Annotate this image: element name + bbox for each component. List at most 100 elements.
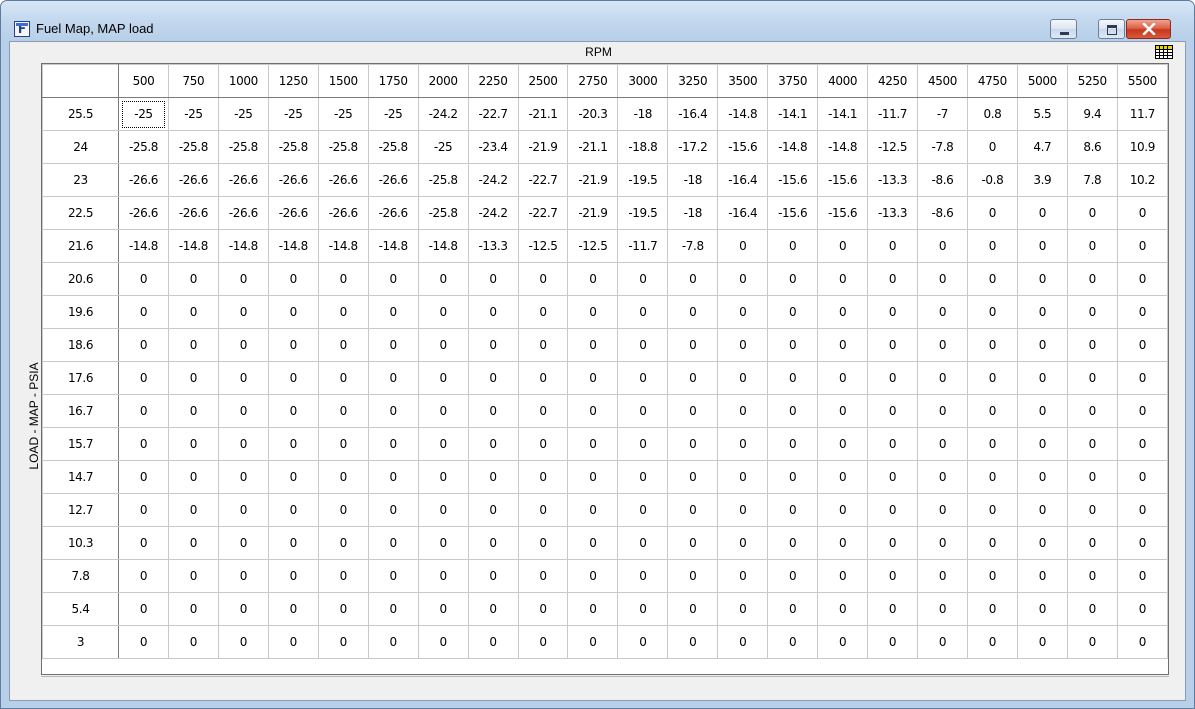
fuel-value-cell[interactable]: 0 [867, 394, 918, 428]
fuel-value-cell[interactable]: 0 [717, 493, 769, 527]
fuel-value-cell[interactable]: 0 [217, 328, 269, 362]
fuel-value-cell[interactable]: 0 [667, 625, 719, 659]
fuel-value-cell[interactable]: 0 [267, 262, 319, 296]
fuel-value-cell[interactable]: 0 [617, 427, 669, 461]
load-row-header[interactable]: 5.4 [42, 592, 119, 626]
fuel-value-cell[interactable]: 0 [966, 526, 1018, 560]
fuel-value-cell[interactable]: 0 [367, 559, 419, 593]
fuel-value-cell[interactable]: 0 [567, 559, 619, 593]
fuel-value-cell[interactable]: 0 [118, 559, 169, 593]
fuel-value-cell[interactable]: 0 [717, 361, 769, 395]
fuel-value-cell[interactable]: 0 [1066, 460, 1118, 494]
fuel-value-cell[interactable]: 0 [1116, 526, 1169, 560]
fuel-value-cell[interactable]: 0 [367, 460, 419, 494]
fuel-value-cell[interactable]: 0 [567, 361, 619, 395]
fuel-value-cell[interactable]: 0 [667, 328, 719, 362]
fuel-value-cell[interactable]: -15.6 [817, 163, 869, 197]
fuel-value-cell[interactable]: 0 [367, 361, 419, 395]
fuel-value-cell[interactable]: -26.6 [367, 163, 419, 197]
fuel-value-cell[interactable]: 0 [617, 328, 669, 362]
fuel-value-cell[interactable]: 0 [667, 361, 719, 395]
fuel-value-cell[interactable]: 0 [966, 295, 1018, 329]
rpm-column-header[interactable]: 1750 [367, 64, 419, 98]
fuel-value-cell[interactable]: 0 [217, 625, 269, 659]
fuel-value-cell[interactable]: 10.9 [1116, 130, 1169, 164]
fuel-value-cell[interactable]: 0 [267, 427, 319, 461]
rpm-column-header[interactable]: 4500 [917, 64, 968, 98]
fuel-value-cell[interactable]: -21.9 [567, 196, 619, 230]
fuel-value-cell[interactable]: 0 [1016, 625, 1068, 659]
fuel-value-cell[interactable]: 0 [817, 526, 869, 560]
fuel-value-cell[interactable]: 0 [517, 460, 569, 494]
fuel-value-cell[interactable]: 0 [917, 526, 968, 560]
fuel-value-cell[interactable]: 0 [1066, 559, 1118, 593]
fuel-value-cell[interactable]: 0 [517, 493, 569, 527]
fuel-value-cell[interactable]: 0 [417, 526, 469, 560]
fuel-value-cell[interactable]: 0 [167, 559, 219, 593]
fuel-value-cell[interactable]: -14.8 [118, 229, 169, 263]
fuel-value-cell[interactable]: 0 [517, 328, 569, 362]
rpm-column-header[interactable]: 1250 [267, 64, 319, 98]
fuel-value-cell[interactable]: 0 [667, 559, 719, 593]
fuel-value-cell[interactable]: 0 [467, 328, 519, 362]
fuel-value-cell[interactable]: 0 [617, 493, 669, 527]
fuel-value-cell[interactable]: -14.8 [717, 97, 769, 131]
fuel-value-cell[interactable]: -24.2 [467, 196, 519, 230]
fuel-value-cell[interactable]: 0 [1116, 196, 1169, 230]
fuel-value-cell[interactable]: 0 [417, 394, 469, 428]
fuel-value-cell[interactable]: 5.5 [1016, 97, 1068, 131]
fuel-value-cell[interactable]: -20.3 [567, 97, 619, 131]
fuel-value-cell[interactable]: 0 [217, 493, 269, 527]
fuel-value-cell[interactable]: -7.8 [667, 229, 719, 263]
fuel-value-cell[interactable]: -25 [217, 97, 269, 131]
fuel-value-cell[interactable]: 0 [867, 526, 918, 560]
fuel-value-cell[interactable]: 0 [917, 559, 968, 593]
fuel-value-cell[interactable]: 0 [667, 493, 719, 527]
fuel-value-cell[interactable]: 0 [567, 493, 619, 527]
fuel-value-cell[interactable]: 0 [217, 592, 269, 626]
fuel-value-cell[interactable]: 0 [267, 295, 319, 329]
fuel-value-cell[interactable]: 0 [118, 526, 169, 560]
fuel-value-cell[interactable]: 0 [1066, 262, 1118, 296]
fuel-value-cell[interactable]: 0 [567, 460, 619, 494]
fuel-value-cell[interactable]: -26.6 [167, 163, 219, 197]
fuel-value-cell[interactable]: 0 [317, 361, 369, 395]
fuel-value-cell[interactable]: -25.8 [317, 130, 369, 164]
fuel-value-cell[interactable]: 0 [567, 328, 619, 362]
fuel-value-cell[interactable]: 0 [717, 625, 769, 659]
fuel-value-cell[interactable]: 0 [1066, 394, 1118, 428]
fuel-value-cell[interactable]: 0 [267, 328, 319, 362]
fuel-value-cell[interactable]: 0 [617, 295, 669, 329]
fuel-value-cell[interactable]: -11.7 [867, 97, 918, 131]
fuel-value-cell[interactable]: -25.8 [167, 130, 219, 164]
fuel-value-cell[interactable]: 0 [567, 394, 619, 428]
fuel-value-cell[interactable]: 0 [767, 559, 819, 593]
fuel-value-cell[interactable]: 0 [167, 295, 219, 329]
fuel-value-cell[interactable]: -25 [267, 97, 319, 131]
fuel-value-cell[interactable]: -26.6 [267, 163, 319, 197]
fuel-value-cell[interactable]: 0 [118, 625, 169, 659]
fuel-value-cell[interactable]: 0 [367, 493, 419, 527]
load-row-header[interactable]: 25.5 [42, 97, 119, 131]
fuel-value-cell[interactable]: 0 [167, 328, 219, 362]
fuel-value-cell[interactable]: 0 [717, 328, 769, 362]
fuel-value-cell[interactable]: -19.5 [617, 163, 669, 197]
fuel-value-cell[interactable]: -23.4 [467, 130, 519, 164]
fuel-value-cell[interactable]: 0 [1016, 493, 1068, 527]
fuel-value-cell[interactable]: 0 [467, 493, 519, 527]
fuel-value-cell[interactable]: 0 [167, 493, 219, 527]
fuel-value-cell[interactable]: 0 [617, 361, 669, 395]
fuel-value-cell[interactable]: -26.6 [317, 196, 369, 230]
fuel-value-cell[interactable]: 0 [118, 427, 169, 461]
fuel-value-cell[interactable]: -25.8 [217, 130, 269, 164]
load-row-header[interactable]: 19.6 [42, 295, 119, 329]
rpm-column-header[interactable]: 5000 [1016, 64, 1068, 98]
fuel-value-cell[interactable]: 0 [1116, 592, 1169, 626]
fuel-value-cell[interactable]: 0 [317, 328, 369, 362]
fuel-value-cell[interactable]: 0 [717, 460, 769, 494]
fuel-value-cell[interactable]: 0 [817, 427, 869, 461]
fuel-value-cell[interactable]: 0 [1066, 229, 1118, 263]
fuel-value-cell[interactable]: 0 [767, 229, 819, 263]
fuel-value-cell[interactable]: 0 [367, 295, 419, 329]
fuel-value-cell[interactable]: -25.8 [118, 130, 169, 164]
